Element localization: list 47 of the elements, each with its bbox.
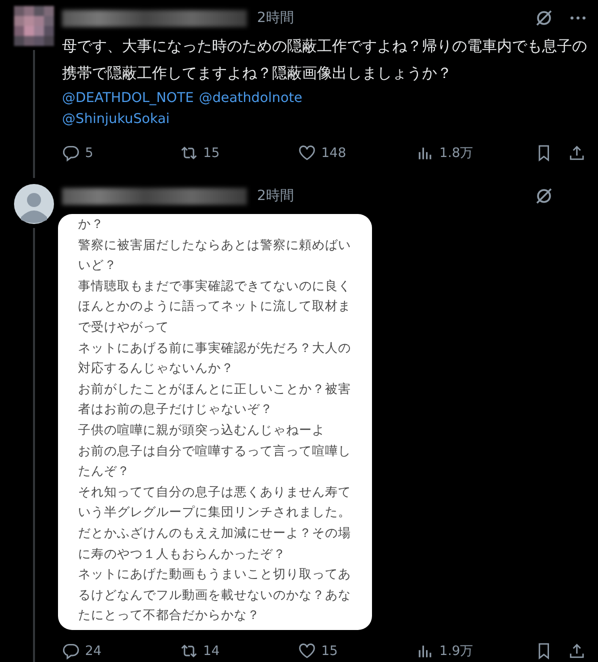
repost-count: 14 — [203, 644, 220, 658]
default-avatar-icon[interactable] — [14, 184, 54, 224]
mention-link[interactable]: @deathdolnote — [198, 88, 302, 109]
image-text-line: ほんとかのように語ってネットに流して取材ま — [78, 297, 352, 316]
heart-icon[interactable] — [298, 144, 316, 162]
image-text-line: 警察に被害届だしたならあとは警察に頼めばい — [78, 236, 352, 254]
image-text-line: るけどなんでフル動画を載せないのかな？あな — [78, 586, 352, 604]
view-count: 1.9万 — [439, 643, 474, 660]
repost-icon[interactable] — [180, 144, 198, 162]
share-icon[interactable] — [568, 642, 586, 660]
image-text-line: だとかふざけんのもええ加減にせーよ？その場 — [78, 524, 352, 542]
image-text-line: ネットにあげる前に事実確認が先だろ？大人の — [78, 338, 352, 357]
reply-icon[interactable] — [62, 642, 80, 660]
image-text-line: ネットにあげた動画もうまいこと切り取ってあ — [78, 565, 352, 584]
share-icon[interactable] — [568, 144, 586, 162]
image-text-line: それ知ってて自分の息子は悪くありません寿て — [78, 482, 352, 501]
like-count: 148 — [321, 146, 346, 160]
screenshot-image[interactable] — [58, 214, 372, 630]
image-text-line: 事情聴取もまだで事実確認できてないのに良く — [78, 276, 352, 295]
image-text-line: いど？ — [78, 256, 118, 274]
heart-icon[interactable] — [298, 642, 316, 660]
post-text: 母です、大事になった時のための隠蔽工作ですよね？帰りの電車内でも息子の携帯で隠蔽工作してますよね？隠蔽画像出しましょうか？ — [62, 36, 588, 84]
slashed-circle-icon[interactable] — [534, 186, 554, 206]
image-text-line: か？ — [78, 215, 105, 233]
image-text-line: 子供の喧嘩に親が頭突っ込むんじゃねーよ — [78, 420, 326, 439]
like-count: 15 — [321, 644, 338, 658]
repost-icon[interactable] — [180, 642, 198, 660]
reply-count: 24 — [85, 644, 102, 658]
image-text-line: お前の息子は自分で喧嘩するって言って喧嘩し — [78, 442, 352, 460]
image-text-line: お前がしたことがほんとに正しいことか？被害 — [78, 380, 352, 398]
pixelated-avatar[interactable] — [14, 6, 54, 46]
reply-icon[interactable] — [62, 144, 80, 162]
post-time: 2時間 — [257, 9, 294, 27]
image-text-line: いう半グレグループに集団リンチされました。 — [78, 503, 352, 522]
mention-link[interactable]: @DEATHDOL_NOTE — [62, 88, 194, 109]
image-text-line: に寿のやつ１人もおらんかったぞ？ — [78, 544, 287, 562]
image-text-line: たにとって不都合だからかな？ — [78, 606, 261, 624]
image-text-line: で受けやがって — [78, 318, 170, 336]
post-time: 2時間 — [257, 187, 294, 205]
reply-count: 5 — [85, 146, 94, 160]
repost-count: 15 — [203, 146, 220, 160]
mention-link[interactable]: @ShinjukuSokai — [62, 109, 170, 130]
image-text-line: 者はお前の息子だけじゃないぞ？ — [78, 400, 274, 418]
image-text-line: 対応するんじゃないんか？ — [78, 359, 235, 378]
view-count: 1.8万 — [439, 145, 474, 162]
slashed-circle-icon[interactable] — [534, 8, 554, 28]
image-text-line: たんぞ？ — [78, 462, 131, 480]
